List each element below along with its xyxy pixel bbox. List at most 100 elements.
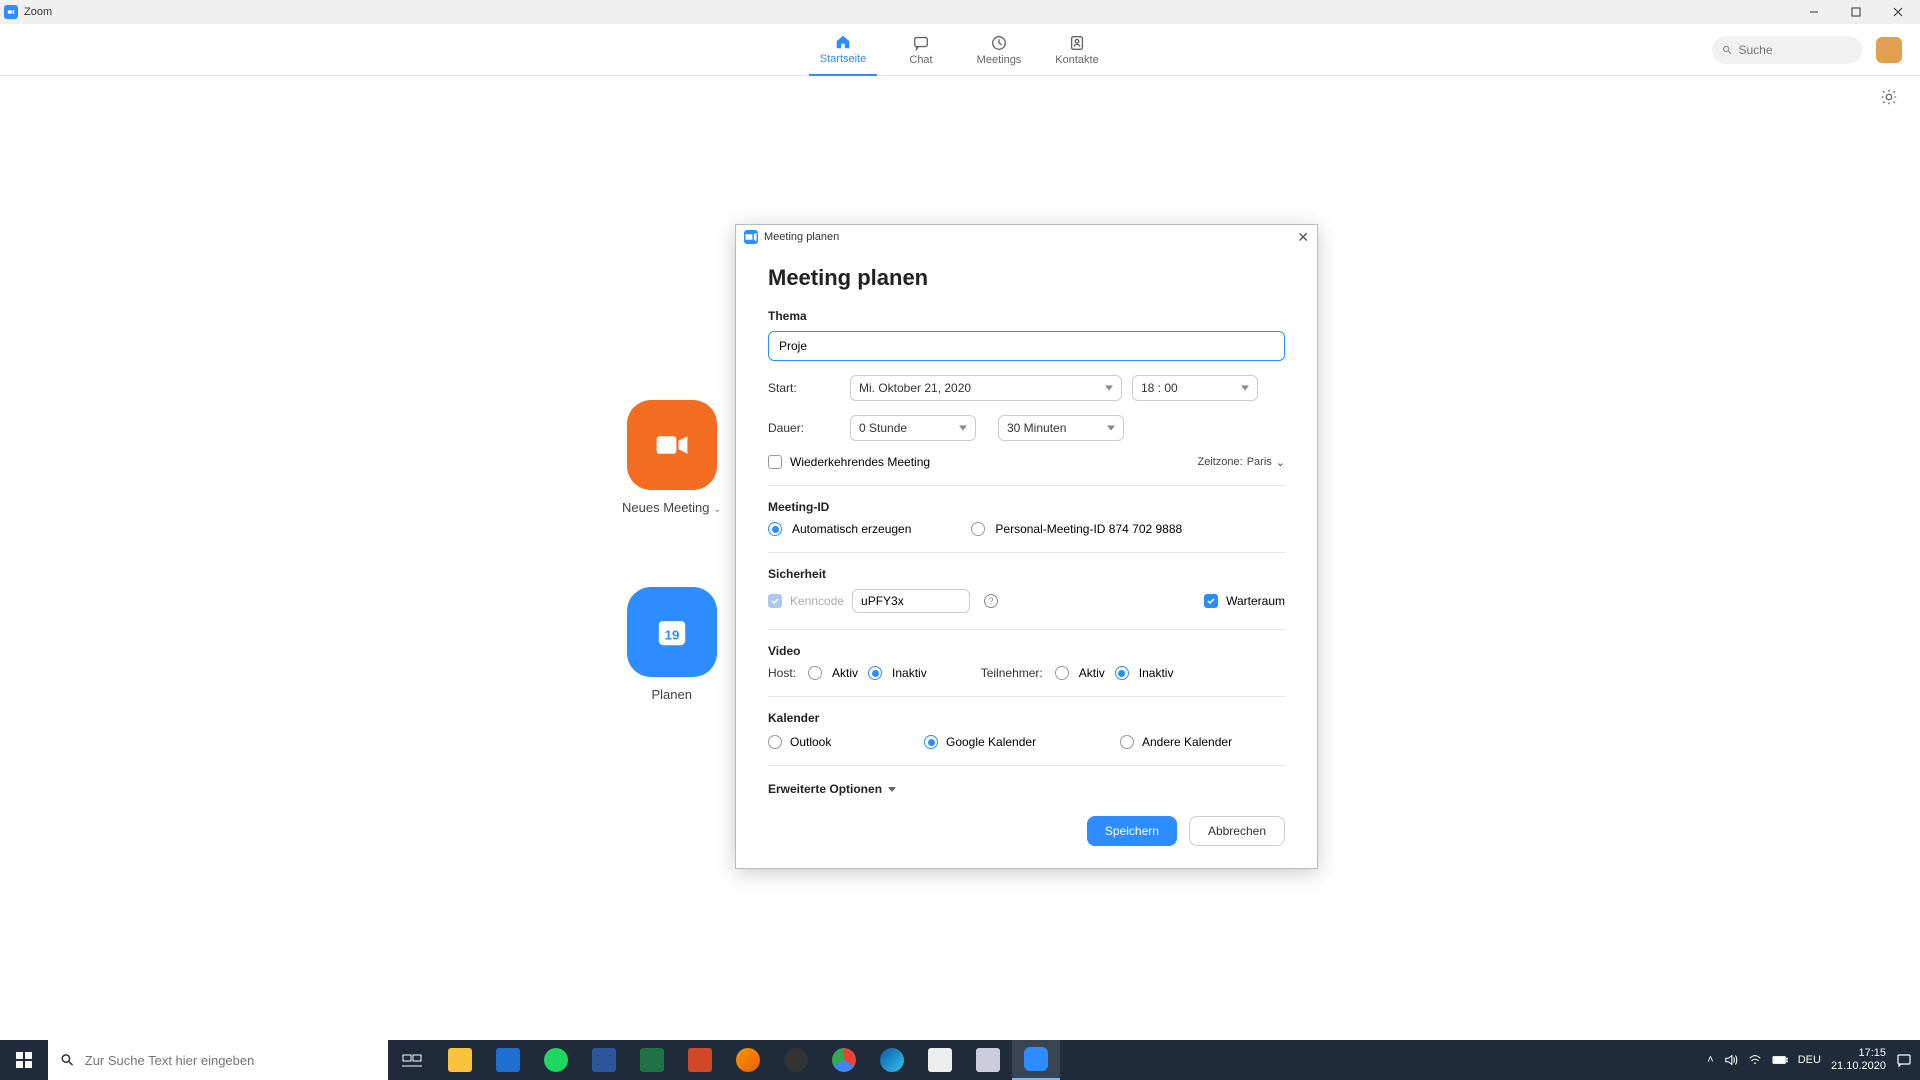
meeting-id-auto-radio[interactable] (768, 522, 782, 536)
new-meeting-button[interactable]: Neues Meeting ⌄ (622, 400, 721, 515)
duration-minutes-select[interactable]: 30 Minuten (998, 415, 1124, 441)
taskbar-app-firefox[interactable] (724, 1040, 772, 1080)
divider (768, 696, 1285, 697)
chevron-down-icon: ⌄ (713, 504, 721, 515)
word-icon (592, 1048, 616, 1072)
taskbar-app-spotify[interactable] (532, 1040, 580, 1080)
passcode-label: Kenncode (790, 594, 844, 608)
calendar-other-radio[interactable] (1120, 735, 1134, 749)
participant-label: Teilnehmer: (981, 666, 1043, 680)
tray-expand-icon[interactable]: ˄ (1707, 1054, 1713, 1066)
duration-label: Dauer: (768, 421, 850, 435)
folder-icon (448, 1048, 472, 1072)
notifications-icon[interactable] (1896, 1052, 1912, 1068)
nav-tab-contacts[interactable]: Kontakte (1043, 24, 1111, 76)
user-avatar[interactable] (1876, 37, 1902, 63)
battery-icon[interactable] (1772, 1054, 1788, 1066)
meeting-id-personal-radio[interactable] (971, 522, 985, 536)
start-label: Start: (768, 381, 850, 395)
video-section-label: Video (768, 644, 1285, 658)
spotify-icon (544, 1048, 568, 1072)
clock-icon (989, 33, 1009, 53)
advanced-options-toggle[interactable]: Erweiterte Optionen (768, 782, 1285, 796)
video-icon (650, 423, 694, 467)
dialog-heading: Meeting planen (768, 265, 1285, 291)
language-indicator[interactable]: DEU (1798, 1054, 1821, 1066)
dialog-close-button[interactable]: ✕ (1297, 229, 1309, 246)
timezone-select[interactable]: Zeitzone: Paris ⌄ (1197, 456, 1285, 469)
chevron-down-icon: ⌄ (1276, 456, 1285, 469)
maximize-button[interactable] (1844, 4, 1868, 20)
svg-text:19: 19 (664, 628, 679, 643)
edge-icon (880, 1048, 904, 1072)
taskbar-app-mail[interactable] (484, 1040, 532, 1080)
taskbar-app-chrome[interactable] (820, 1040, 868, 1080)
cancel-button[interactable]: Abbrechen (1189, 816, 1285, 846)
start-button[interactable] (0, 1040, 48, 1080)
divider (768, 765, 1285, 766)
chrome-icon (832, 1048, 856, 1072)
taskbar-app-zoom[interactable] (1012, 1040, 1060, 1080)
passcode-input[interactable] (852, 589, 970, 613)
recurring-checkbox[interactable] (768, 455, 782, 469)
schedule-button[interactable]: 19 Planen (627, 587, 717, 702)
close-button[interactable] (1886, 4, 1910, 20)
theme-input[interactable] (768, 331, 1285, 361)
participant-video-on-radio[interactable] (1055, 666, 1069, 680)
duration-hours-select[interactable]: 0 Stunde (850, 415, 976, 441)
dialog-window-title: Meeting planen (764, 231, 839, 243)
settings-button[interactable] (1880, 88, 1898, 111)
info-icon[interactable]: ? (984, 594, 998, 608)
host-video-on-radio[interactable] (808, 666, 822, 680)
taskbar-search-input[interactable] (85, 1053, 376, 1068)
meeting-id-auto-label[interactable]: Automatisch erzeugen (792, 522, 911, 536)
passcode-checkbox (768, 594, 782, 608)
start-time-select[interactable]: 18 : 00 (1132, 375, 1258, 401)
calendar-google-radio[interactable] (924, 735, 938, 749)
taskbar-app-excel[interactable] (628, 1040, 676, 1080)
nav-tab-home[interactable]: Startseite (809, 24, 877, 76)
nav-tab-label: Chat (909, 54, 932, 66)
nav-tab-meetings[interactable]: Meetings (965, 24, 1033, 76)
taskbar-app-word[interactable] (580, 1040, 628, 1080)
volume-icon[interactable] (1724, 1053, 1738, 1067)
recurring-label: Wiederkehrendes Meeting (790, 455, 930, 469)
taskbar-app-explorer[interactable] (436, 1040, 484, 1080)
search-icon (60, 1052, 75, 1068)
taskbar-app-edge[interactable] (868, 1040, 916, 1080)
excel-icon (640, 1048, 664, 1072)
taskbar-app-obs[interactable] (772, 1040, 820, 1080)
taskbar-app-powerpoint[interactable] (676, 1040, 724, 1080)
waitroom-label: Warteraum (1226, 594, 1285, 608)
minimize-button[interactable] (1802, 4, 1826, 20)
nav-tab-label: Meetings (977, 54, 1022, 66)
taskbar-app-generic[interactable] (964, 1040, 1012, 1080)
search-box[interactable] (1712, 36, 1862, 64)
nav-tab-label: Kontakte (1055, 54, 1098, 66)
firefox-icon (736, 1048, 760, 1072)
calendar-outlook-radio[interactable] (768, 735, 782, 749)
start-date-select[interactable]: Mi. Oktober 21, 2020 (850, 375, 1122, 401)
chevron-down-icon (888, 787, 896, 792)
waitroom-checkbox[interactable] (1204, 594, 1218, 608)
taskbar-search[interactable] (48, 1040, 388, 1080)
task-view-button[interactable] (388, 1040, 436, 1080)
taskbar-clock[interactable]: 17:15 21.10.2020 (1831, 1047, 1886, 1073)
taskbar-app-notepad[interactable] (916, 1040, 964, 1080)
window-titlebar: Zoom (0, 0, 1920, 24)
wifi-icon[interactable] (1748, 1053, 1762, 1067)
meeting-id-personal-label[interactable]: Personal-Meeting-ID 874 702 9888 (995, 522, 1182, 536)
participant-video-off-radio[interactable] (1115, 666, 1129, 680)
divider (768, 629, 1285, 630)
home-icon (833, 32, 853, 52)
contacts-icon (1067, 33, 1087, 53)
gear-icon (1880, 88, 1898, 106)
save-button[interactable]: Speichern (1087, 816, 1177, 846)
host-video-off-radio[interactable] (868, 666, 882, 680)
nav-tab-label: Startseite (820, 53, 866, 65)
divider (768, 552, 1285, 553)
search-input[interactable] (1738, 43, 1852, 57)
window-title: Zoom (24, 6, 52, 18)
nav-tab-chat[interactable]: Chat (887, 24, 955, 76)
zoom-app-icon (744, 230, 758, 244)
